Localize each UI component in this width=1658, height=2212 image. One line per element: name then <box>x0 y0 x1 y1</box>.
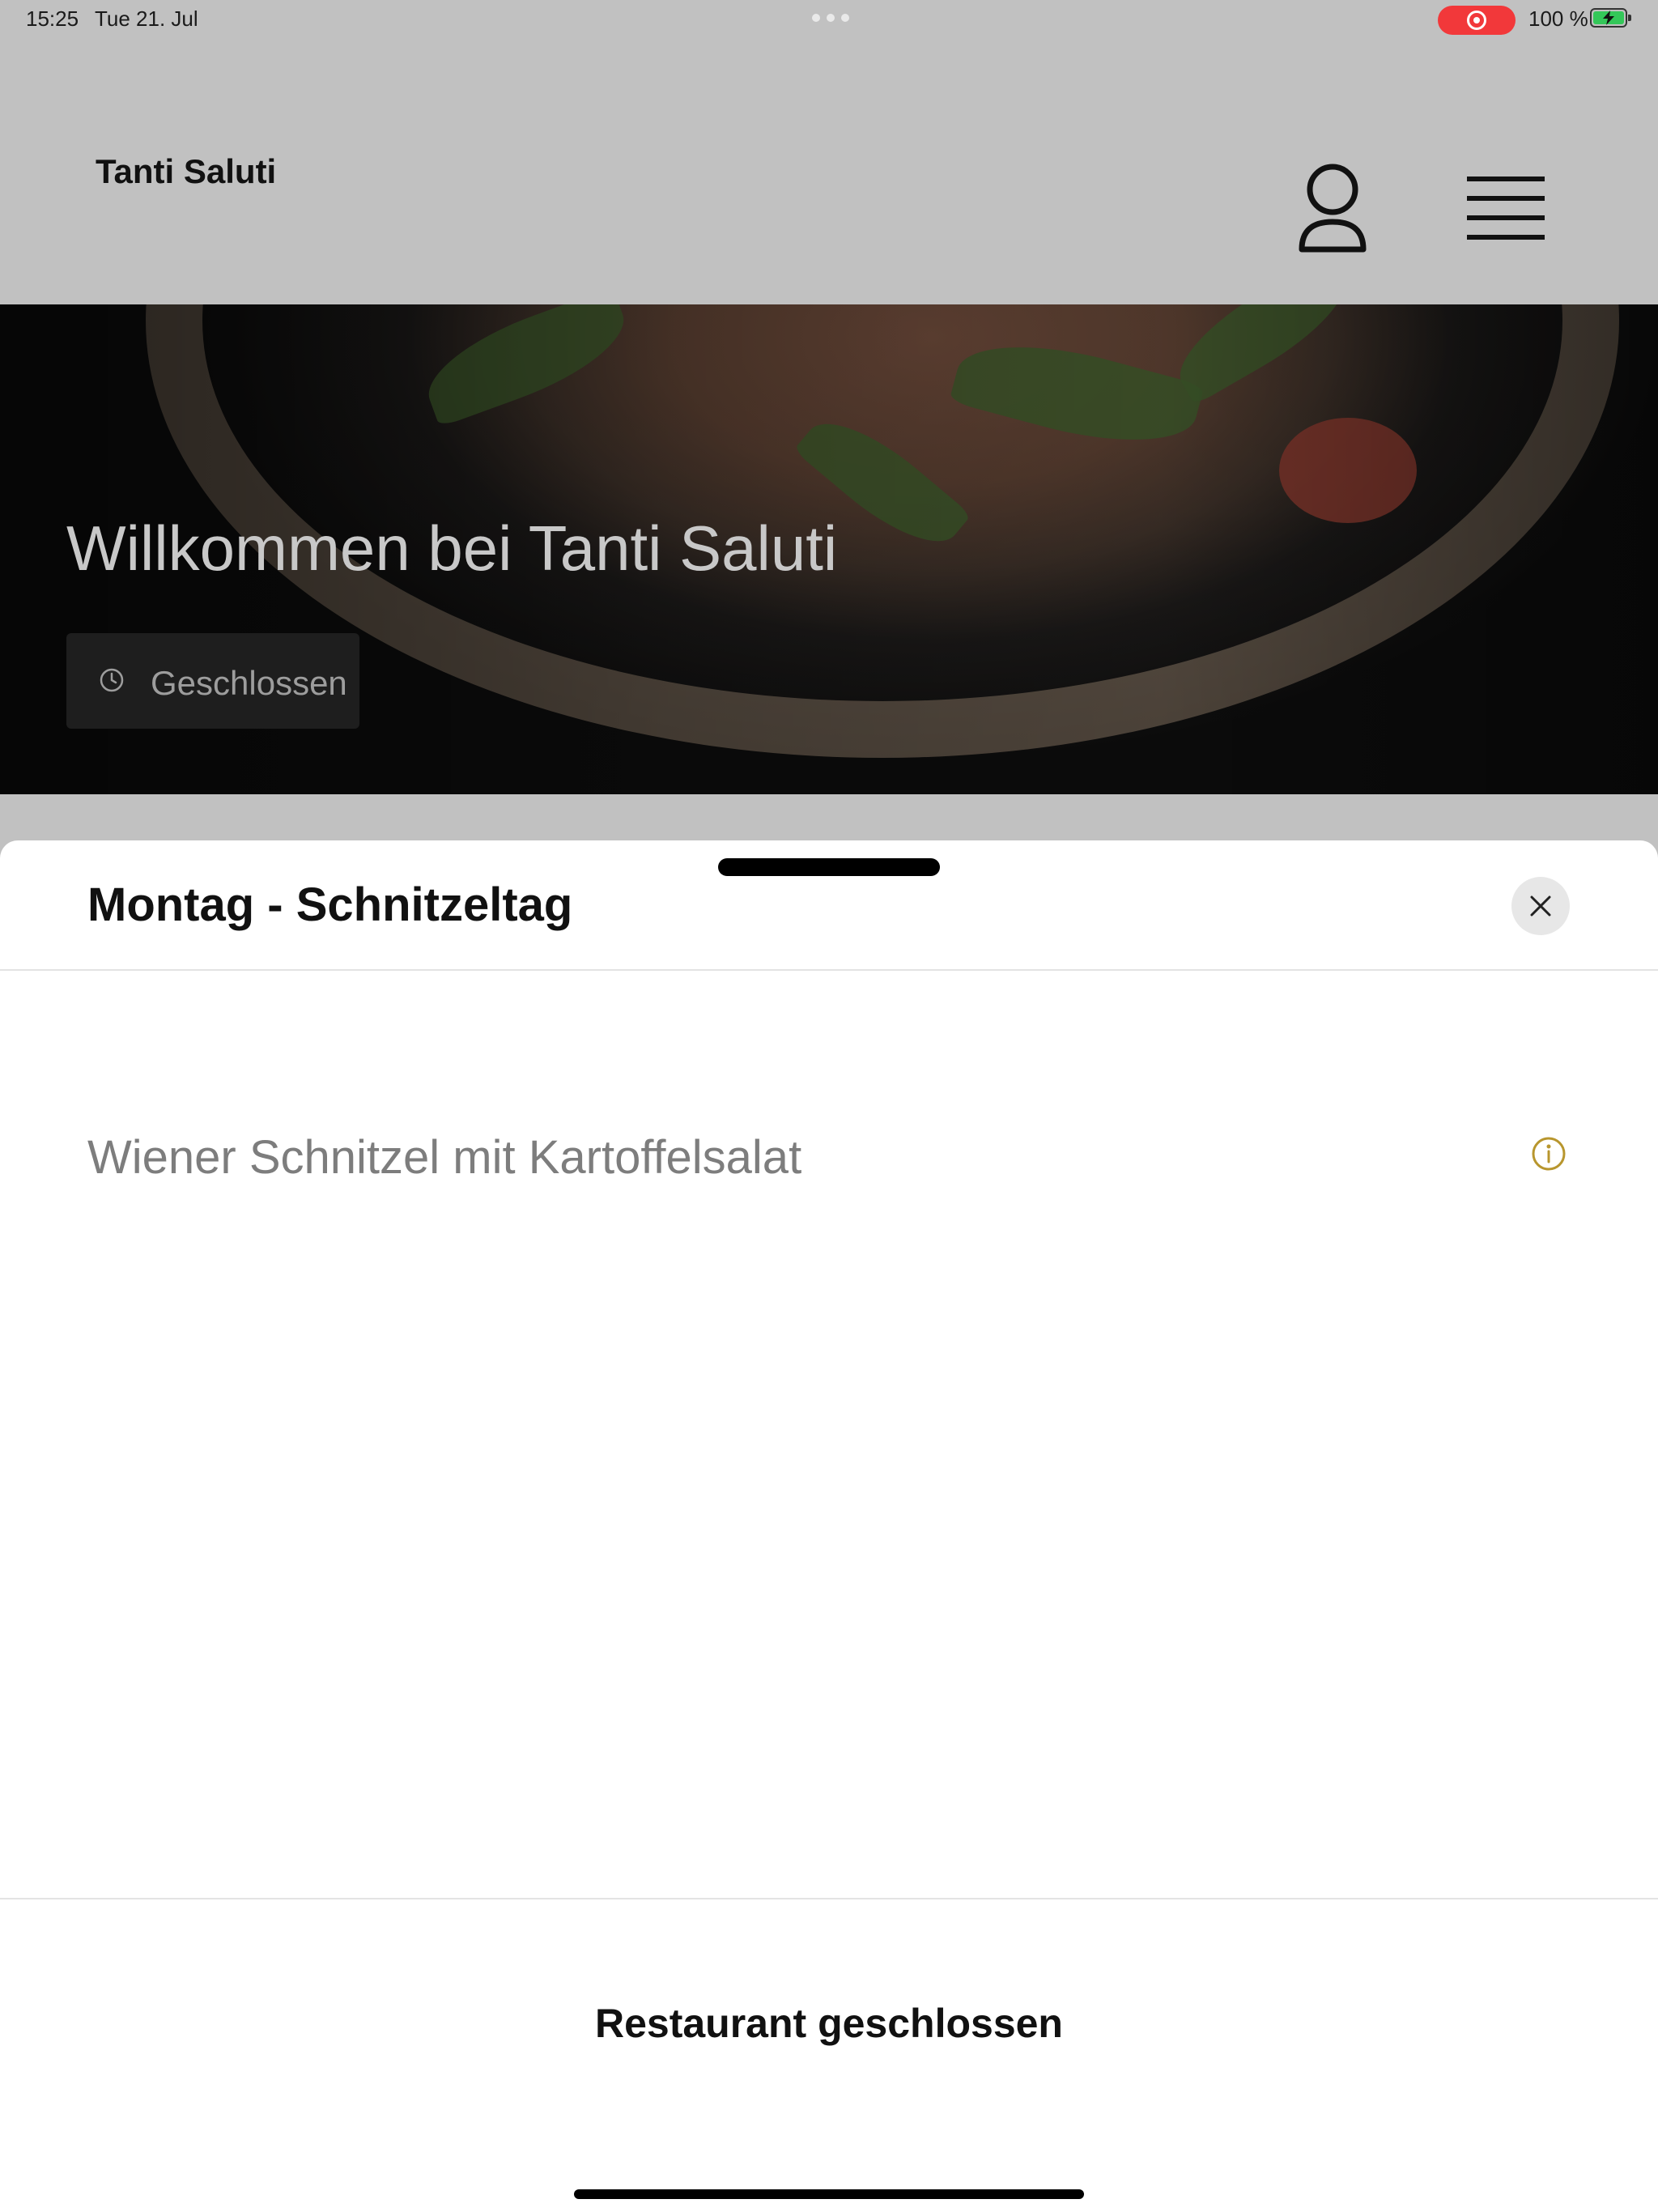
user-icon[interactable] <box>1292 160 1373 257</box>
brand-title[interactable]: Tanti Saluti <box>96 152 276 191</box>
info-icon[interactable] <box>1530 1135 1567 1176</box>
hero-banner: Willkommen bei Tanti Saluti Geschlossen <box>0 304 1658 794</box>
status-time: 15:25 <box>26 6 79 31</box>
multitasking-dots-icon[interactable] <box>812 14 849 22</box>
divider <box>0 969 1658 971</box>
opening-status-badge[interactable]: Geschlossen <box>66 633 359 729</box>
battery-charging-icon <box>1590 8 1631 28</box>
status-bar: 15:25 Tue 21. Jul 100 % <box>0 0 1658 39</box>
status-date: Tue 21. Jul <box>95 6 198 31</box>
home-indicator[interactable] <box>574 2189 1084 2199</box>
sheet-title: Montag - Schnitzeltag <box>87 878 573 931</box>
opening-status-label: Geschlossen <box>151 664 347 702</box>
menu-item-name[interactable]: Wiener Schnitzel mit Kartoffelsalat <box>87 1130 801 1185</box>
hero-title: Willkommen bei Tanti Saluti <box>66 513 838 584</box>
app-header: Tanti Saluti <box>0 39 1658 304</box>
screen-recording-icon[interactable] <box>1438 6 1516 35</box>
hamburger-menu-icon[interactable] <box>1465 173 1546 246</box>
battery-percentage: 100 % <box>1528 6 1588 31</box>
menu-day-sheet: Montag - Schnitzeltag Wiener Schnitzel m… <box>0 840 1658 2212</box>
sheet-grabber[interactable] <box>718 858 940 876</box>
close-icon <box>1530 895 1551 917</box>
divider <box>0 1898 1658 1899</box>
close-button[interactable] <box>1511 877 1570 935</box>
clock-icon <box>99 667 125 697</box>
restaurant-status-text: Restaurant geschlossen <box>595 2001 1063 2046</box>
